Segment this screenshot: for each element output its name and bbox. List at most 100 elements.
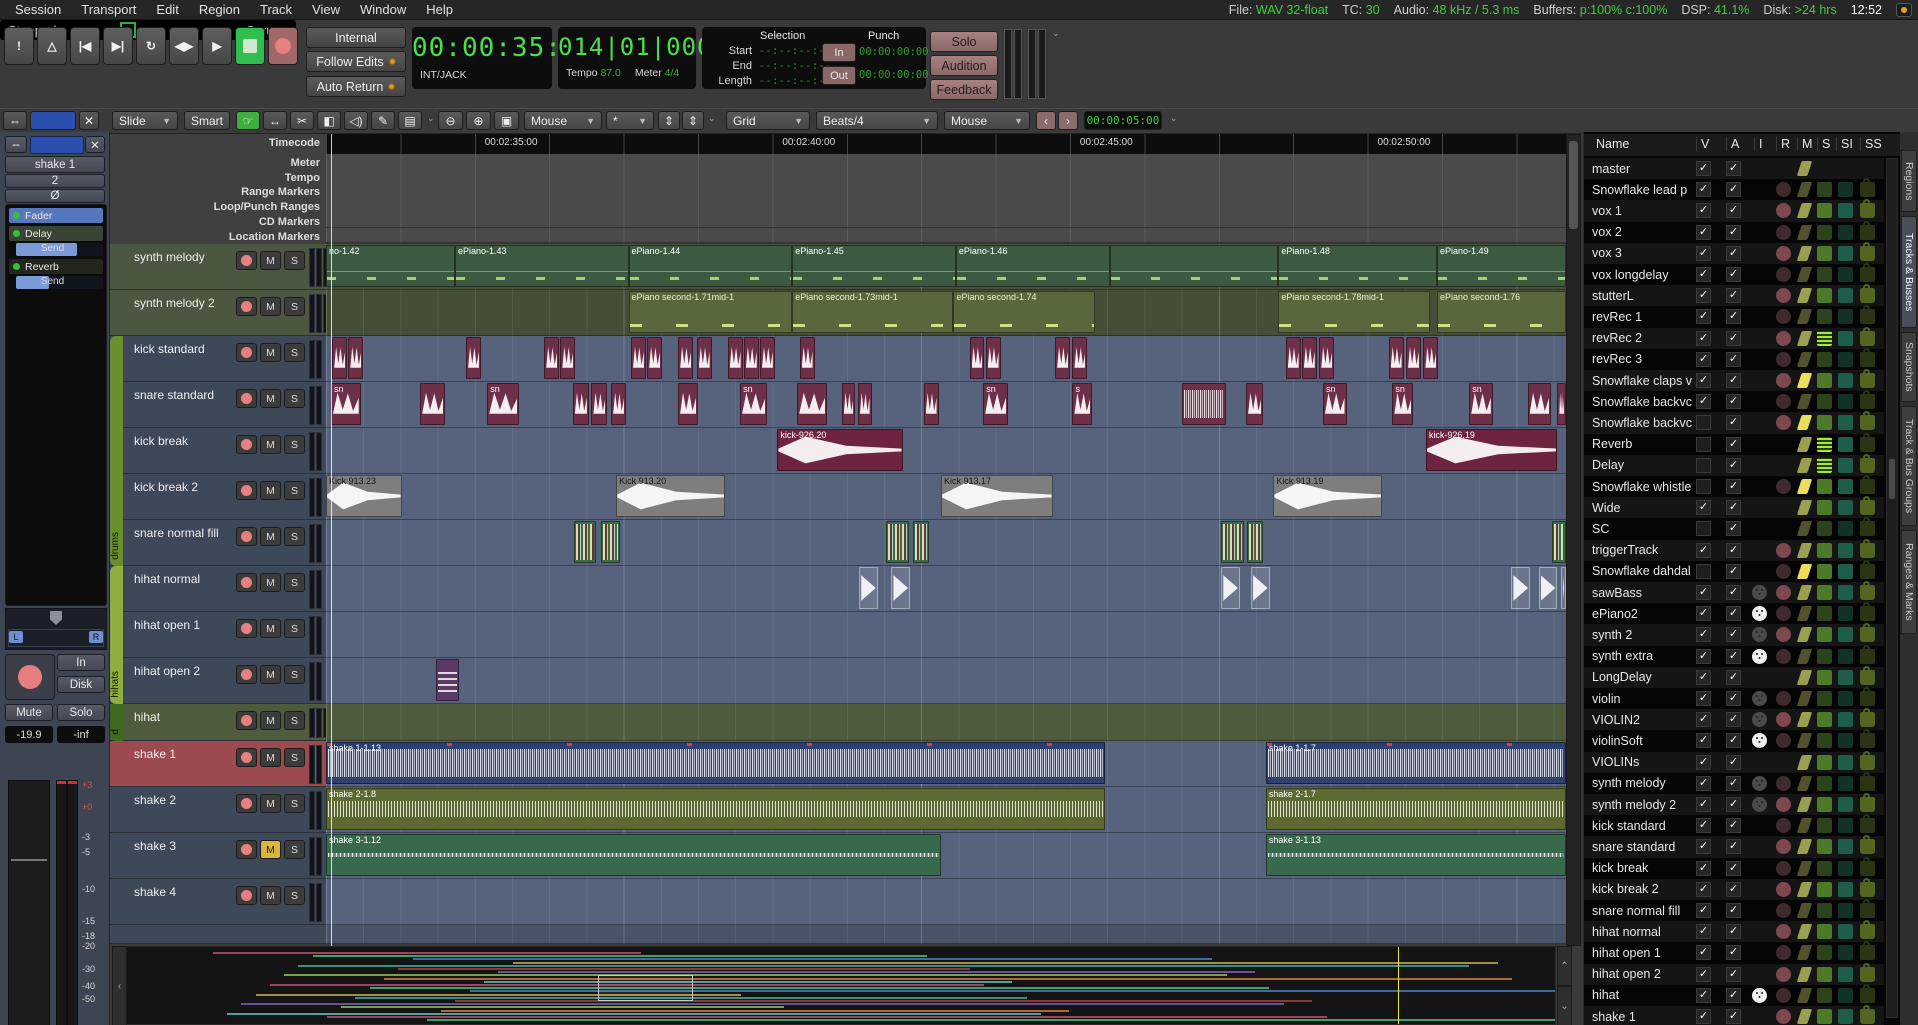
visible-checkbox[interactable]: ✓ xyxy=(1696,203,1711,218)
metronome-button[interactable]: △ xyxy=(37,27,67,65)
region[interactable] xyxy=(1528,383,1552,425)
track-solo-button[interactable]: S xyxy=(284,435,305,454)
solo-isolate-icon[interactable] xyxy=(1838,331,1853,346)
track-list-row-synth-extra[interactable]: synth extra✓✓ xyxy=(1584,646,1884,667)
group-tab-d[interactable]: d xyxy=(110,704,123,741)
active-checkbox[interactable]: ✓ xyxy=(1726,627,1741,642)
solo-safe-icon[interactable] xyxy=(1860,309,1875,324)
track-mute-button[interactable]: M xyxy=(260,389,281,408)
solo-icon[interactable] xyxy=(1817,331,1832,346)
track-list-row-kick-break[interactable]: kick break✓✓ xyxy=(1584,858,1884,879)
region[interactable] xyxy=(1182,383,1227,425)
mute-icon[interactable] xyxy=(1797,882,1812,897)
track-name-label[interactable]: synth melody xyxy=(134,250,205,264)
track-content-kick-standard[interactable] xyxy=(326,336,1566,382)
solo-isolate-icon[interactable] xyxy=(1838,733,1853,748)
stop-button[interactable] xyxy=(235,27,265,65)
solo-icon[interactable] xyxy=(1817,924,1832,939)
visible-checkbox[interactable]: ✓ xyxy=(1696,225,1711,240)
audition-button[interactable]: Audition xyxy=(930,55,998,76)
toolbar-end-chevron[interactable]: ⌄ xyxy=(1170,113,1178,124)
solo-icon[interactable] xyxy=(1817,415,1832,430)
track-list-row-Wide[interactable]: Wide✓✓ xyxy=(1584,497,1884,518)
solo-safe-icon[interactable] xyxy=(1860,543,1875,558)
toolbar-expand-chevron[interactable]: ⌄ xyxy=(1052,28,1060,39)
track-list-row-kick-standard[interactable]: kick standard✓✓ xyxy=(1584,815,1884,836)
mute-icon[interactable] xyxy=(1797,394,1812,409)
track-name-label[interactable]: hihat open 1 xyxy=(134,618,200,632)
solo-isolate-icon[interactable] xyxy=(1838,437,1853,452)
track-list-row-shake-1[interactable]: shake 1✓✓ xyxy=(1584,1006,1884,1025)
rec-icon[interactable] xyxy=(1776,691,1791,706)
active-checkbox[interactable]: ✓ xyxy=(1726,543,1741,558)
solo-safe-icon[interactable] xyxy=(1860,585,1875,600)
strip-phase-button[interactable]: Ø xyxy=(5,189,105,203)
track-header-synth-melody[interactable]: synth melodyMS xyxy=(110,244,326,290)
track-solo-button[interactable]: S xyxy=(284,297,305,316)
track-list-row-ePiano2[interactable]: ePiano2✓✓ xyxy=(1584,603,1884,624)
region[interactable] xyxy=(1511,567,1530,609)
column-header-name[interactable]: Name xyxy=(1592,137,1629,151)
region[interactable] xyxy=(986,337,1001,379)
track-list-row-hihat-open-1[interactable]: hihat open 1✓✓ xyxy=(1584,942,1884,963)
track-mute-button[interactable]: M xyxy=(260,481,281,500)
visible-checkbox[interactable]: ✓ xyxy=(1696,1009,1711,1024)
track-list-row-LongDelay[interactable]: LongDelay✓✓ xyxy=(1584,667,1884,688)
solo-isolate-icon[interactable] xyxy=(1838,924,1853,939)
track-solo-button[interactable]: S xyxy=(284,794,305,813)
visible-checkbox[interactable]: ✓ xyxy=(1696,882,1711,897)
active-checkbox[interactable]: ✓ xyxy=(1726,945,1741,960)
range-tool[interactable]: ↔ xyxy=(263,111,287,130)
visible-checkbox[interactable]: ✓ xyxy=(1696,521,1711,536)
mute-icon[interactable] xyxy=(1797,203,1812,218)
track-list-row-vox-1[interactable]: vox 1✓✓ xyxy=(1584,200,1884,221)
mute-icon[interactable] xyxy=(1797,861,1812,876)
processor-send[interactable]: Send xyxy=(16,243,103,256)
midi-input-icon[interactable] xyxy=(1752,797,1767,812)
track-solo-button[interactable]: S xyxy=(284,886,305,905)
summary-scroll-left-icon[interactable]: ‹ xyxy=(112,946,127,1025)
solo-safe-icon[interactable] xyxy=(1860,712,1875,727)
auto-return-button[interactable]: Auto Return xyxy=(306,76,406,97)
region-sn[interactable]: sn xyxy=(1469,383,1493,425)
solo-isolate-icon[interactable] xyxy=(1838,225,1853,240)
processor-delay[interactable]: Delay xyxy=(9,226,103,241)
track-mute-button[interactable]: M xyxy=(260,840,281,859)
track-list-row-Reverb[interactable]: Reverb✓✓ xyxy=(1584,434,1884,455)
ruler-row[interactable] xyxy=(326,183,1566,199)
side-tab-track-bus-groups[interactable]: Track & Bus Groups xyxy=(1901,406,1917,526)
region[interactable] xyxy=(678,383,698,425)
solo-isolate-icon[interactable] xyxy=(1838,352,1853,367)
solo-isolate-icon[interactable] xyxy=(1838,861,1853,876)
solo-isolate-icon[interactable] xyxy=(1838,267,1853,282)
tool-more-chevron[interactable]: ⌄ xyxy=(427,113,435,124)
solo-isolate-icon[interactable] xyxy=(1838,394,1853,409)
region[interactable] xyxy=(1286,337,1301,379)
solo-icon[interactable] xyxy=(1817,967,1832,982)
midi-input-icon[interactable] xyxy=(1752,627,1767,642)
mute-icon[interactable] xyxy=(1797,161,1812,176)
track-list-row-master[interactable]: master✓✓ xyxy=(1584,158,1884,179)
mute-icon[interactable] xyxy=(1797,564,1812,579)
visible-checkbox[interactable]: ✓ xyxy=(1696,288,1711,303)
track-name-label[interactable]: kick break 2 xyxy=(134,480,198,494)
active-checkbox[interactable]: ✓ xyxy=(1726,712,1741,727)
solo-safe-icon[interactable] xyxy=(1860,437,1875,452)
solo-icon[interactable] xyxy=(1817,203,1832,218)
region-shake-3-1.13[interactable]: shake 3-1.13 xyxy=(1266,834,1566,876)
solo-safe-icon[interactable] xyxy=(1860,225,1875,240)
track-mute-button[interactable]: M xyxy=(260,251,281,270)
punch-in-button[interactable]: In xyxy=(822,43,856,62)
active-checkbox[interactable]: ✓ xyxy=(1726,882,1741,897)
solo-isolate-icon[interactable] xyxy=(1838,203,1853,218)
track-name-label[interactable]: kick break xyxy=(134,434,188,448)
snap-mode-dropdown[interactable]: Mouse▼ xyxy=(944,111,1030,130)
rec-icon[interactable] xyxy=(1776,225,1791,240)
track-rec-button[interactable] xyxy=(236,619,257,638)
mute-icon[interactable] xyxy=(1797,373,1812,388)
track-rec-button[interactable] xyxy=(236,711,257,730)
region-ePiano-second-1.78mid-1[interactable]: ePiano second-1.78mid-1 xyxy=(1278,291,1429,333)
solo-safe-icon[interactable] xyxy=(1860,564,1875,579)
zoom-in-button[interactable]: ⊕ xyxy=(466,111,491,130)
active-checkbox[interactable]: ✓ xyxy=(1726,1009,1741,1024)
